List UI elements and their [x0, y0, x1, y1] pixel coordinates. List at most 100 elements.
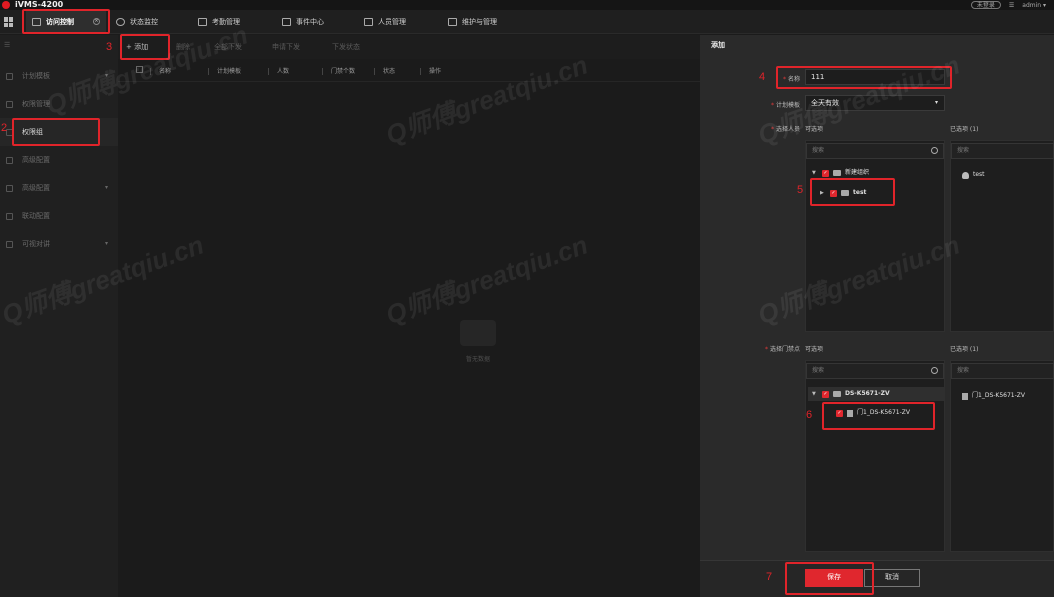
door-search-input[interactable]: 搜索 — [806, 363, 944, 379]
tab-person-management[interactable]: 人员管理 — [364, 10, 406, 34]
user-menu[interactable]: admin ▾ — [1022, 2, 1046, 9]
delete-button[interactable]: 删除 — [176, 40, 190, 54]
tree-node-label: DS-K5671-ZV — [845, 390, 890, 397]
tab-label: 事件中心 — [296, 18, 324, 26]
column-header-schedule[interactable]: 计划模板 — [208, 66, 241, 75]
sidebar-item-linkage[interactable]: 联动配置 — [0, 202, 118, 230]
schedule-select[interactable]: 全天有效 ▾ — [805, 95, 945, 111]
monitor-icon — [116, 18, 125, 26]
selected-door-item[interactable]: 门1_DS-K5671-ZV — [962, 389, 1025, 403]
selected-door-label: 门1_DS-K5671-ZV — [972, 392, 1025, 399]
caret-down-icon[interactable]: ▼ — [812, 387, 818, 401]
checkbox-checked[interactable]: ✓ — [822, 390, 829, 398]
selected-door-search-input[interactable]: 搜索 — [951, 363, 1054, 379]
dialog-title: 添加 — [711, 41, 725, 49]
schedule-value: 全天有效 — [811, 99, 839, 107]
apply-all-button[interactable]: 全部下发 — [214, 40, 242, 54]
column-header-actions: 操作 — [420, 66, 441, 75]
collapse-menu-icon[interactable]: ☰ — [4, 41, 10, 49]
annotation-box-2 — [12, 118, 100, 146]
folder-icon — [833, 170, 841, 176]
annotation-number-3: 3 — [106, 41, 113, 53]
tab-maintenance[interactable]: 维护与管理 — [448, 10, 497, 34]
empty-box-icon — [460, 320, 496, 346]
tab-attendance[interactable]: 考勤管理 — [198, 10, 240, 34]
schedule-icon — [6, 73, 13, 80]
selected-person-search-input[interactable]: 搜索 — [951, 143, 1054, 159]
sidebar-item-label: 高级配置 — [22, 156, 50, 164]
selected-person-item[interactable]: test — [962, 168, 985, 182]
column-header-count[interactable]: 人数 — [268, 66, 289, 75]
settings-icon — [6, 157, 13, 164]
table-header — [118, 60, 700, 82]
top-navigation — [0, 10, 1054, 34]
empty-state-text: 暂无数据 — [465, 356, 490, 363]
selected-person-label: test — [973, 171, 985, 178]
app-grid-icon[interactable] — [4, 17, 14, 27]
annotation-box-5 — [810, 178, 895, 206]
annotation-box-6 — [822, 402, 935, 430]
annotation-box-7 — [785, 562, 874, 595]
annotation-number-4: 4 — [759, 71, 766, 83]
person-search-input[interactable]: 搜索 — [806, 143, 944, 159]
tree-node-device[interactable]: ▼ ✓ DS-K5671-ZV — [808, 387, 944, 401]
select-person-label: * 选择人员 — [770, 126, 800, 133]
folder-icon — [833, 391, 841, 397]
schedule-label: * 计划模板 — [770, 102, 800, 109]
annotation-number-2: 2 — [1, 122, 8, 134]
tab-label: 维护与管理 — [462, 18, 497, 26]
search-icon[interactable] — [931, 367, 938, 374]
apply-status-button[interactable]: 下发状态 — [332, 40, 360, 54]
annotation-box-4 — [776, 66, 952, 89]
sidebar-item-label: 计划模板 — [22, 72, 50, 80]
title-bar — [0, 0, 1054, 10]
chevron-down-icon: ▾ — [104, 240, 108, 247]
available-persons-label: 可选项 — [805, 126, 824, 133]
select-all-checkbox[interactable] — [136, 66, 143, 73]
sidebar-item-label: 联动配置 — [22, 212, 50, 220]
sidebar-item-advanced-1[interactable]: 高级配置 — [0, 146, 118, 174]
toolbar — [118, 35, 700, 59]
main-content — [118, 35, 700, 597]
column-header-doors[interactable]: 门禁个数 — [322, 66, 355, 75]
annotation-number-5: 5 — [797, 184, 804, 196]
apply-changes-button[interactable]: 申请下发 — [272, 40, 300, 54]
sidebar-item-permission-management[interactable]: 权限管理 — [0, 90, 118, 118]
app-logo-icon — [2, 1, 10, 9]
door-icon — [962, 392, 968, 400]
chevron-down-icon: ▾ — [934, 99, 938, 106]
person-card-icon — [364, 18, 373, 26]
calendar-icon — [198, 18, 207, 26]
selected-doors-label: 已选项 (1) — [950, 346, 979, 353]
tab-status-monitor[interactable]: 状态监控 — [116, 10, 158, 34]
select-door-label: * 选择门禁点 — [764, 346, 800, 353]
user-icon — [962, 171, 969, 179]
linkage-icon — [6, 213, 13, 220]
tab-label: 考勤管理 — [212, 18, 240, 26]
header-right: 未登录 ☰ admin ▾ — [970, 0, 1046, 10]
annotation-box-1 — [22, 9, 110, 34]
column-header-name[interactable]: 名称 — [150, 66, 171, 75]
sidebar-item-label: 可视对讲 — [22, 240, 50, 248]
annotation-number-6: 6 — [806, 409, 813, 421]
column-header-status[interactable]: 状态 — [374, 66, 395, 75]
sidebar-item-schedule-template[interactable]: 计划模板 ▾ — [0, 62, 118, 90]
list-icon[interactable]: ☰ — [1009, 2, 1014, 9]
sidebar-item-label: 权限管理 — [22, 100, 50, 108]
sidebar-item-label: 高级配置 — [22, 184, 50, 192]
permission-icon — [6, 101, 13, 108]
sidebar-item-video-intercom[interactable]: 可视对讲 ▾ — [0, 230, 118, 258]
sidebar-item-advanced-2[interactable]: 高级配置 ▾ — [0, 174, 118, 202]
annotation-number-7: 7 — [766, 571, 773, 583]
alarm-icon — [282, 18, 291, 26]
tab-event-center[interactable]: 事件中心 — [282, 10, 324, 34]
checkbox-checked[interactable]: ✓ — [822, 169, 829, 177]
login-status-button[interactable]: 未登录 — [970, 1, 1001, 9]
selected-persons-label: 已选项 (1) — [950, 126, 979, 133]
maintenance-icon — [448, 18, 457, 26]
chevron-down-icon: ▾ — [104, 184, 108, 191]
gear-icon — [6, 185, 13, 192]
intercom-icon — [6, 241, 13, 248]
search-icon[interactable] — [931, 147, 938, 154]
annotation-box-3 — [120, 34, 170, 60]
